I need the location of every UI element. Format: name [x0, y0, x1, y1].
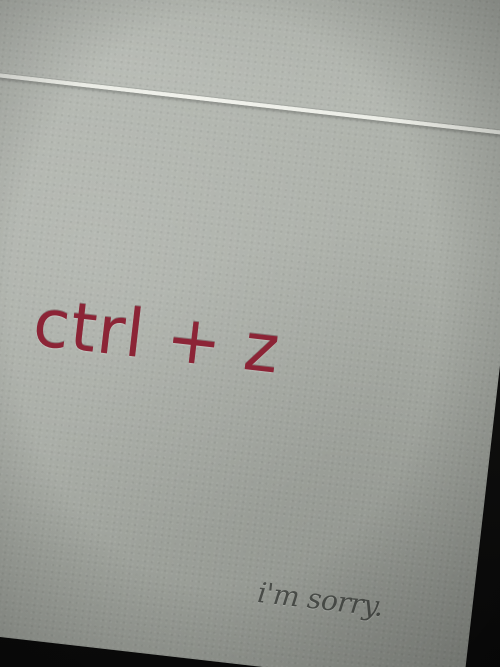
letterpress-card: ctrl + z i'm sorry. [0, 70, 500, 667]
photo-scene: ctrl + z i'm sorry. [0, 0, 500, 667]
